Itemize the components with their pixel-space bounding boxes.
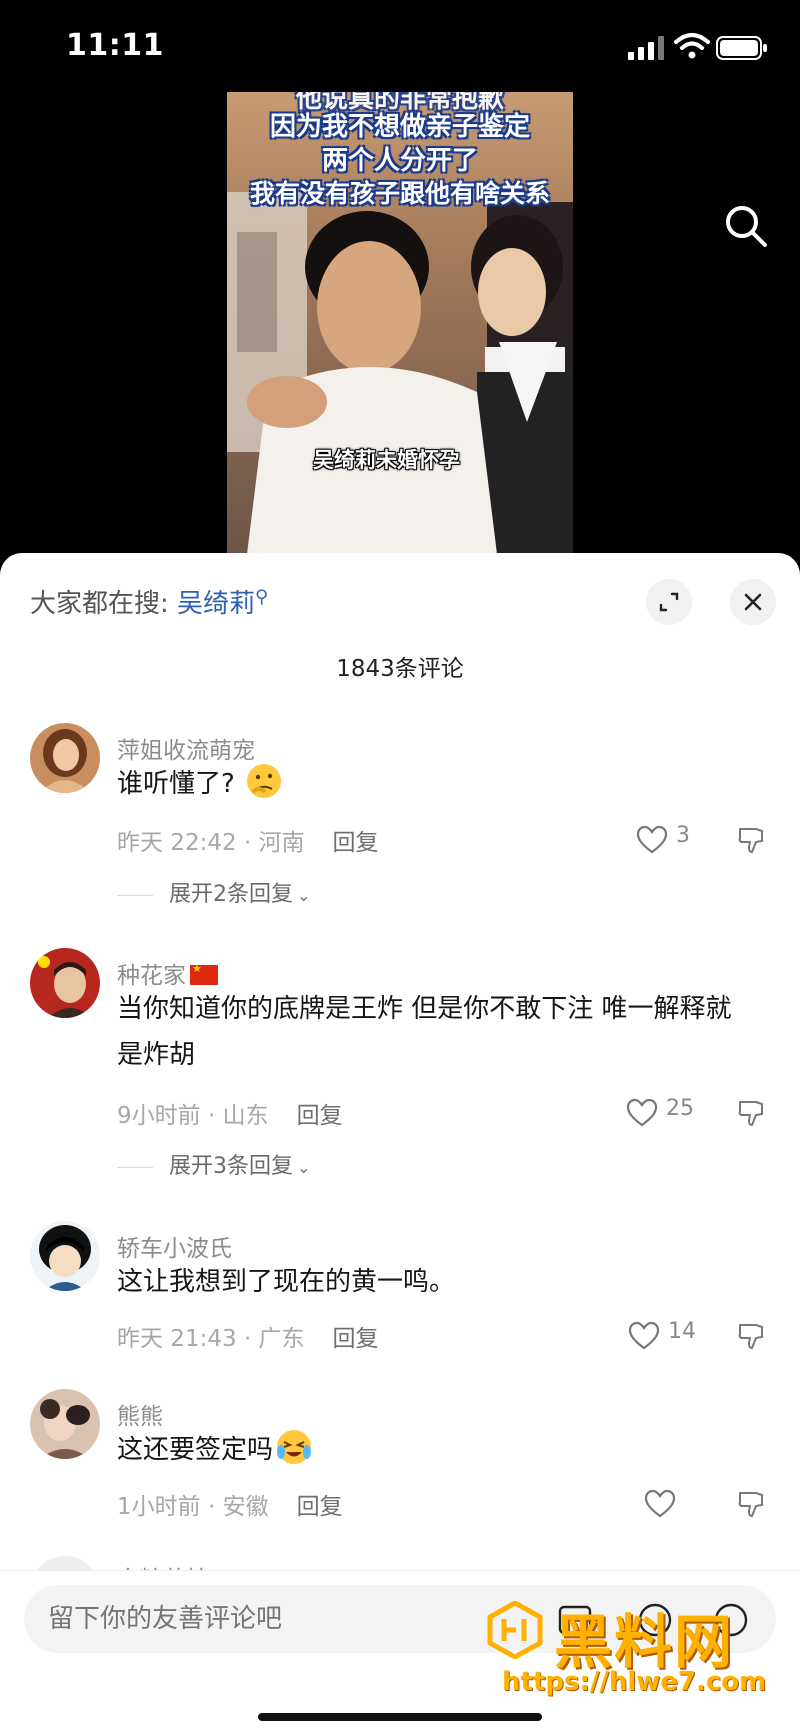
video-caption-line-1: 因为我不想做亲子鉴定: [269, 112, 530, 142]
divider-line: [117, 1166, 153, 1168]
comment-text-content: 谁听懂了?: [117, 769, 235, 799]
divider-line: [117, 894, 153, 896]
dislike-icon[interactable]: [736, 1321, 766, 1351]
expand-replies[interactable]: 展开3条回复 ⌄: [117, 1148, 310, 1180]
avatar[interactable]: [30, 948, 100, 1018]
comment-item: 轿车小波氏 这让我想到了现在的黄一鸣。 昨天 21:43 · 广东 回复 14: [0, 1221, 800, 1371]
comment-username[interactable]: 熊熊: [117, 1397, 163, 1431]
hot-search[interactable]: 大家都在搜: 吴绮莉⚲: [30, 583, 268, 620]
comment-time-location: 昨天 22:42 · 河南: [117, 830, 305, 856]
watermark-logo-icon: [487, 1601, 543, 1659]
avatar[interactable]: [30, 723, 100, 793]
expand-replies-label: 展开3条回复: [169, 1154, 293, 1179]
watermark-url: https://hlwe7.com: [502, 1667, 767, 1697]
reply-button[interactable]: 回复: [297, 1103, 343, 1129]
avatar[interactable]: [30, 1389, 100, 1459]
china-flag-icon: [190, 962, 218, 985]
like-button[interactable]: [644, 1487, 724, 1521]
comments-sheet: 大家都在搜: 吴绮莉⚲ 1843条评论 萍姐收流萌宠 谁听懂了? 昨天 22:4: [0, 553, 800, 1732]
dislike-icon[interactable]: [736, 825, 766, 855]
comment-meta: 昨天 22:42 · 河南 回复: [117, 823, 379, 857]
comment-meta: 1小时前 · 安徽 回复: [117, 1487, 343, 1521]
comment-text: 这让我想到了现在的黄一鸣。: [117, 1267, 456, 1297]
video-player[interactable]: 他说真的非常抱歉 因为我不想做亲子鉴定 两个人分开了 我有没有孩子跟他有啥关系 …: [0, 92, 800, 562]
like-count: 14: [668, 1319, 696, 1344]
comment-text: 当你知道你的底牌是王炸 但是你不敢下注 唯一解释就是炸胡: [117, 994, 732, 1070]
video-subtitle: 吴绮莉未婚怀孕: [313, 448, 460, 472]
heart-icon: [626, 1098, 658, 1127]
status-time: 11:11: [66, 28, 164, 63]
heart-icon: [644, 1489, 676, 1518]
search-small-icon: ⚲: [255, 586, 269, 608]
status-bar: 11:11: [0, 0, 800, 92]
like-count: 25: [666, 1096, 694, 1121]
expand-sheet-icon[interactable]: [646, 579, 692, 625]
like-count: 3: [676, 823, 690, 848]
video-caption-line-2: 两个人分开了: [321, 146, 478, 176]
comment-item: 种花家 当你知道你的底牌是王炸 但是你不敢下注 唯一解释就是炸胡 9小时前 · …: [0, 948, 800, 1208]
comment-username[interactable]: 种花家: [117, 956, 218, 990]
comment-username[interactable]: 轿车小波氏: [117, 1229, 232, 1263]
comment-username[interactable]: 萍姐收流萌宠: [117, 731, 255, 765]
close-icon[interactable]: [730, 579, 776, 625]
comment-meta: 昨天 21:43 · 广东 回复: [117, 1319, 379, 1353]
wifi-icon: [674, 33, 710, 59]
cellular-signal-icon: [628, 36, 664, 60]
like-button[interactable]: 25: [626, 1096, 706, 1130]
hot-search-term[interactable]: 吴绮莉: [177, 589, 255, 619]
reply-button[interactable]: 回复: [333, 1326, 379, 1352]
home-indicator[interactable]: [258, 1713, 542, 1721]
dislike-icon[interactable]: [736, 1489, 766, 1519]
comment-item: 熊熊 这还要签定吗 1小时前 · 安徽 回复: [0, 1389, 800, 1539]
comment-time-location: 9小时前 · 山东: [117, 1103, 269, 1129]
comment-time-location: 1小时前 · 安徽: [117, 1494, 269, 1520]
comment-item: 萍姐收流萌宠 谁听懂了? 昨天 22:42 · 河南 回复 3 展开2条回复 ⌄: [0, 723, 800, 953]
avatar[interactable]: [30, 1221, 100, 1291]
reply-button[interactable]: 回复: [333, 830, 379, 856]
heart-icon: [636, 825, 668, 854]
comment-text: 谁听懂了?: [117, 761, 757, 807]
chevron-down-icon: ⌄: [297, 1158, 311, 1177]
crying-laughing-face-icon: [277, 1430, 312, 1464]
comment-text-content: 这还要签定吗: [117, 1435, 274, 1465]
like-button[interactable]: 14: [628, 1319, 708, 1353]
thinking-face-icon: [246, 764, 281, 798]
dislike-icon[interactable]: [736, 1098, 766, 1128]
hot-search-prefix: 大家都在搜:: [30, 589, 169, 619]
video-caption-line-3: 我有没有孩子跟他有啥关系: [249, 179, 550, 208]
search-icon[interactable]: [722, 202, 770, 250]
comment-text: 这还要签定吗: [117, 1427, 757, 1473]
chevron-down-icon: ⌄: [297, 886, 311, 905]
like-button[interactable]: 3: [636, 823, 716, 857]
battery-icon: [716, 36, 767, 60]
comment-meta: 9小时前 · 山东 回复: [117, 1096, 343, 1130]
comment-count: 1843条评论: [336, 656, 464, 682]
comment-time-location: 昨天 21:43 · 广东: [117, 1326, 305, 1352]
watermark: 黑料网 https://hlwe7.com: [480, 1595, 780, 1705]
expand-replies-label: 展开2条回复: [169, 882, 293, 907]
reply-button[interactable]: 回复: [297, 1494, 343, 1520]
heart-icon: [628, 1321, 660, 1350]
expand-replies[interactable]: 展开2条回复 ⌄: [117, 876, 310, 908]
comment-input-bar: 黑料网 https://hlwe7.com: [0, 1570, 800, 1732]
video-frame[interactable]: 他说真的非常抱歉 因为我不想做亲子鉴定 两个人分开了 我有没有孩子跟他有啥关系 …: [227, 92, 573, 554]
